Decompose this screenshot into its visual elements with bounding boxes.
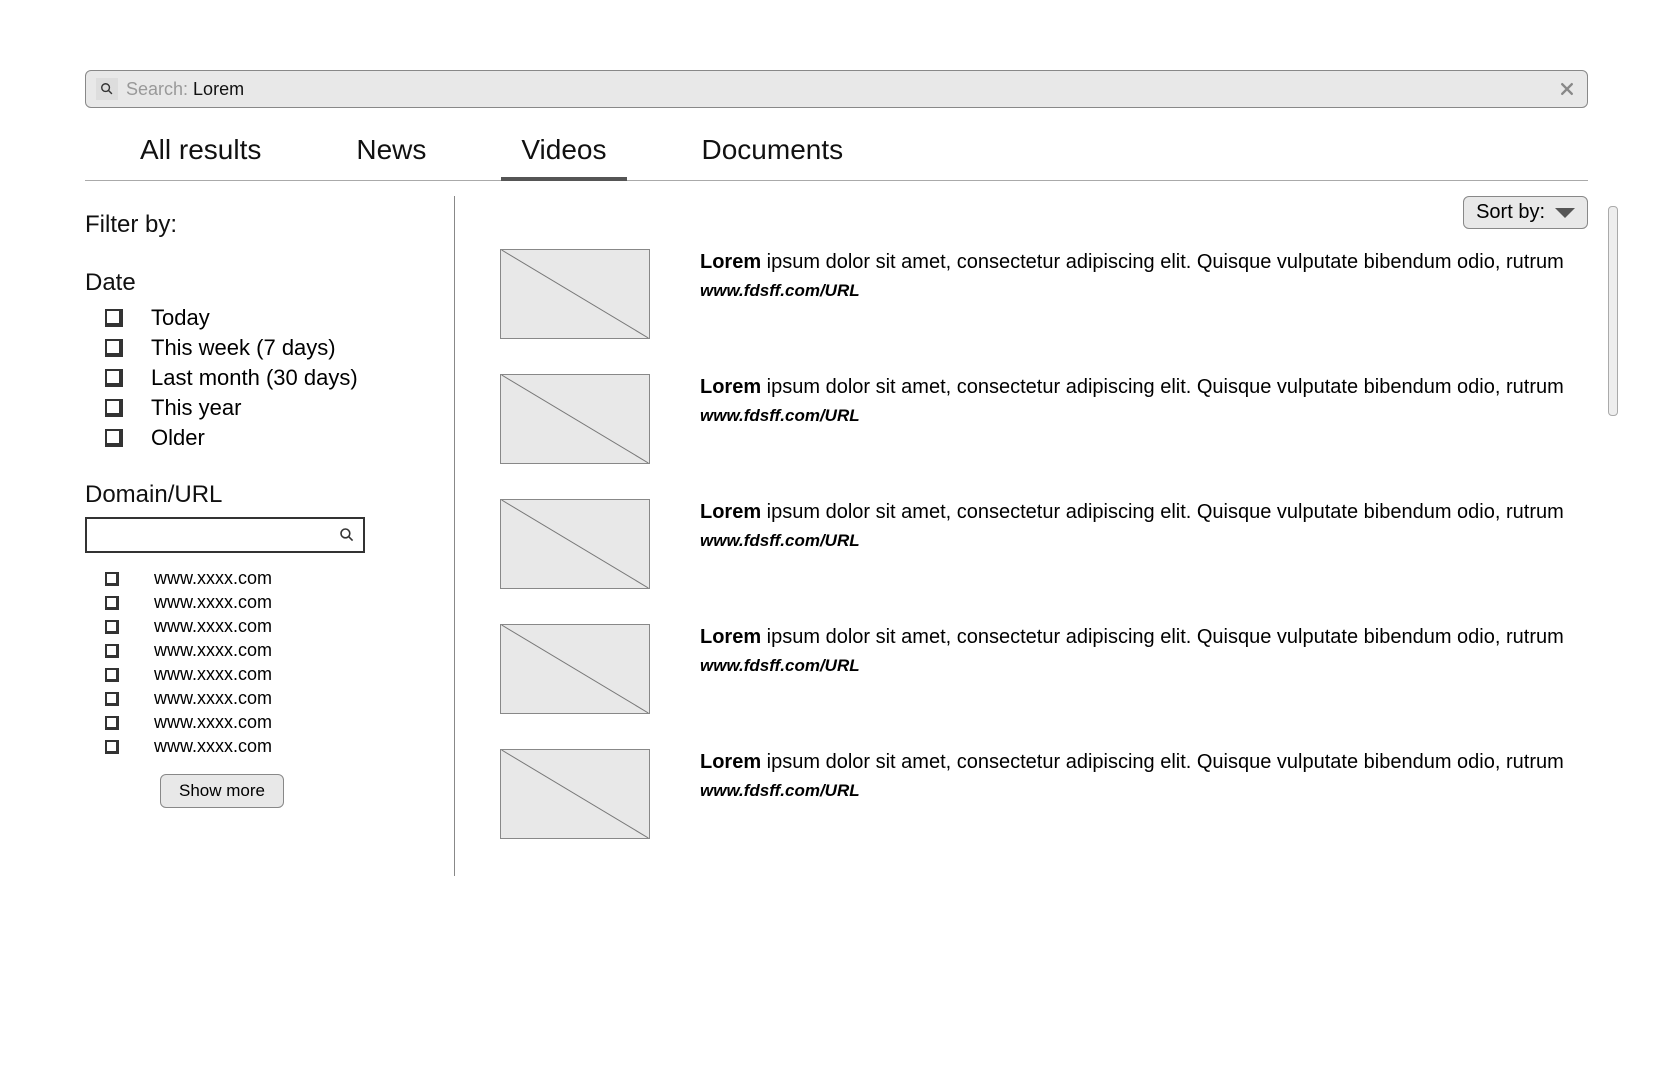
- result-snippet: ipsum dolor sit amet, consectetur adipis…: [761, 501, 1564, 523]
- clear-search-button[interactable]: [1557, 79, 1577, 99]
- date-option-label: Last month (30 days): [151, 365, 358, 391]
- domain-option[interactable]: www.xxxx.com: [85, 664, 434, 685]
- domain-option[interactable]: www.xxxx.com: [85, 712, 434, 733]
- date-option-label: Today: [151, 305, 210, 331]
- video-thumbnail[interactable]: [500, 374, 650, 464]
- search-prefix: Search:: [126, 79, 193, 99]
- domain-search-input-wrap[interactable]: [85, 517, 365, 553]
- date-option-label: This week (7 days): [151, 335, 336, 361]
- filter-sidebar: Filter by: Date Today This week (7 days)…: [85, 196, 455, 876]
- domain-option-label: www.xxxx.com: [154, 568, 272, 589]
- tab-documents[interactable]: Documents: [702, 134, 844, 180]
- search-icon: [96, 78, 118, 100]
- checkbox-icon[interactable]: [105, 692, 119, 706]
- result-url[interactable]: www.fdsff.com/URL: [700, 530, 1588, 553]
- filter-heading-domain: Domain/URL: [85, 481, 434, 509]
- date-option-label: Older: [151, 425, 205, 451]
- sort-select[interactable]: Sort by:: [1463, 196, 1588, 229]
- tab-all-results[interactable]: All results: [140, 134, 261, 180]
- date-option-today[interactable]: Today: [85, 305, 434, 331]
- domain-option[interactable]: www.xxxx.com: [85, 568, 434, 589]
- result-snippet: ipsum dolor sit amet, consectetur adipis…: [761, 751, 1564, 773]
- result-text: Lorem ipsum dolor sit amet, consectetur …: [700, 749, 1588, 839]
- tab-videos[interactable]: Videos: [521, 134, 606, 180]
- result-url[interactable]: www.fdsff.com/URL: [700, 405, 1588, 428]
- checkbox-icon[interactable]: [105, 596, 119, 610]
- chevron-down-icon: [1555, 208, 1575, 218]
- domain-option-label: www.xxxx.com: [154, 640, 272, 661]
- domain-option[interactable]: www.xxxx.com: [85, 592, 434, 613]
- checkbox-icon[interactable]: [105, 668, 119, 682]
- domain-option[interactable]: www.xxxx.com: [85, 640, 434, 661]
- domain-search-input[interactable]: [95, 526, 339, 544]
- checkbox-icon[interactable]: [105, 716, 119, 730]
- domain-option[interactable]: www.xxxx.com: [85, 688, 434, 709]
- result-url[interactable]: www.fdsff.com/URL: [700, 655, 1588, 678]
- domain-option[interactable]: www.xxxx.com: [85, 736, 434, 757]
- video-thumbnail[interactable]: [500, 624, 650, 714]
- checkbox-icon[interactable]: [105, 339, 123, 357]
- domain-option[interactable]: www.xxxx.com: [85, 616, 434, 637]
- scrollbar[interactable]: [1608, 206, 1618, 416]
- checkbox-icon[interactable]: [105, 369, 123, 387]
- domain-option-label: www.xxxx.com: [154, 688, 272, 709]
- search-bar[interactable]: Search: Lorem: [85, 70, 1588, 108]
- domain-option-label: www.xxxx.com: [154, 712, 272, 733]
- result-item[interactable]: Lorem ipsum dolor sit amet, consectetur …: [500, 749, 1588, 839]
- video-thumbnail[interactable]: [500, 499, 650, 589]
- domain-option-label: www.xxxx.com: [154, 736, 272, 757]
- checkbox-icon[interactable]: [105, 644, 119, 658]
- result-text: Lorem ipsum dolor sit amet, consectetur …: [700, 249, 1588, 339]
- checkbox-icon[interactable]: [105, 429, 123, 447]
- result-lead: Lorem: [700, 251, 761, 273]
- checkbox-icon[interactable]: [105, 740, 119, 754]
- result-snippet: ipsum dolor sit amet, consectetur adipis…: [761, 251, 1564, 273]
- result-text: Lorem ipsum dolor sit amet, consectetur …: [700, 624, 1588, 714]
- domain-option-label: www.xxxx.com: [154, 664, 272, 685]
- sort-label: Sort by:: [1476, 201, 1545, 224]
- result-text: Lorem ipsum dolor sit amet, consectetur …: [700, 374, 1588, 464]
- domain-filter-list: www.xxxx.com www.xxxx.com www.xxxx.com w…: [85, 568, 434, 757]
- result-lead: Lorem: [700, 501, 761, 523]
- domain-option-label: www.xxxx.com: [154, 616, 272, 637]
- date-option-this-year[interactable]: This year: [85, 395, 434, 421]
- tab-news[interactable]: News: [356, 134, 426, 180]
- date-option-last-month[interactable]: Last month (30 days): [85, 365, 434, 391]
- results-area: Sort by: Lorem ipsum dolor sit amet, con…: [455, 196, 1588, 876]
- checkbox-icon[interactable]: [105, 620, 119, 634]
- date-option-label: This year: [151, 395, 241, 421]
- tabs: All results News Videos Documents: [85, 120, 1588, 181]
- date-option-this-week[interactable]: This week (7 days): [85, 335, 434, 361]
- result-item[interactable]: Lorem ipsum dolor sit amet, consectetur …: [500, 249, 1588, 339]
- result-text: Lorem ipsum dolor sit amet, consectetur …: [700, 499, 1588, 589]
- date-option-older[interactable]: Older: [85, 425, 434, 451]
- domain-option-label: www.xxxx.com: [154, 592, 272, 613]
- result-lead: Lorem: [700, 751, 761, 773]
- filter-heading-date: Date: [85, 269, 434, 297]
- video-thumbnail[interactable]: [500, 249, 650, 339]
- result-item[interactable]: Lorem ipsum dolor sit amet, consectetur …: [500, 499, 1588, 589]
- result-lead: Lorem: [700, 626, 761, 648]
- result-snippet: ipsum dolor sit amet, consectetur adipis…: [761, 626, 1564, 648]
- checkbox-icon[interactable]: [105, 399, 123, 417]
- result-url[interactable]: www.fdsff.com/URL: [700, 780, 1588, 803]
- search-input[interactable]: Search: Lorem: [126, 79, 1557, 100]
- result-item[interactable]: Lorem ipsum dolor sit amet, consectetur …: [500, 374, 1588, 464]
- show-more-button[interactable]: Show more: [160, 774, 284, 808]
- result-url[interactable]: www.fdsff.com/URL: [700, 280, 1588, 303]
- result-snippet: ipsum dolor sit amet, consectetur adipis…: [761, 376, 1564, 398]
- search-icon: [339, 527, 355, 543]
- checkbox-icon[interactable]: [105, 309, 123, 327]
- date-filter-list: Today This week (7 days) Last month (30 …: [85, 305, 434, 451]
- video-thumbnail[interactable]: [500, 749, 650, 839]
- result-lead: Lorem: [700, 376, 761, 398]
- result-item[interactable]: Lorem ipsum dolor sit amet, consectetur …: [500, 624, 1588, 714]
- checkbox-icon[interactable]: [105, 572, 119, 586]
- filter-title: Filter by:: [85, 211, 434, 239]
- search-value: Lorem: [193, 79, 244, 99]
